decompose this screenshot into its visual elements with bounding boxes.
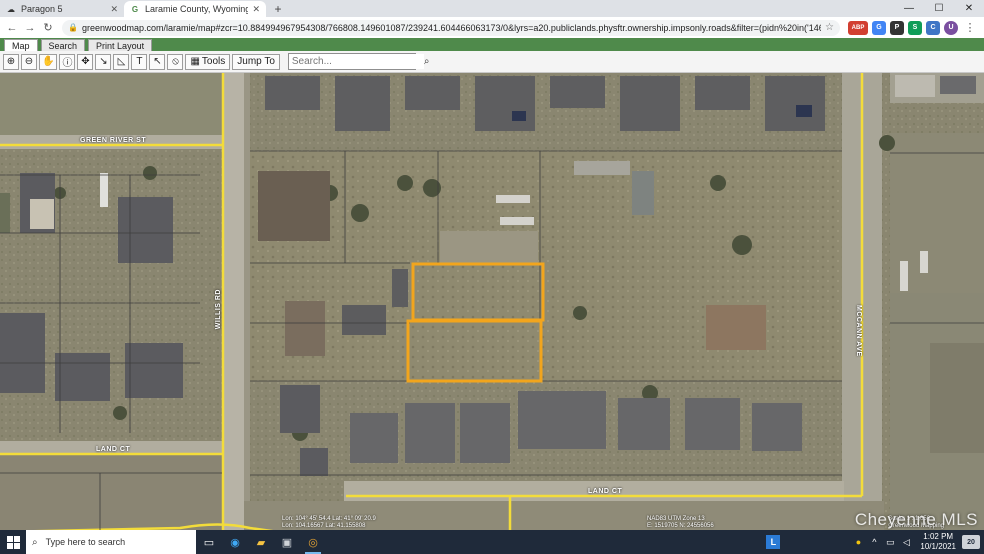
coordinate-readout: Lon: 104° 45' 54.4 Lat: 41° 09' 20.9 Lon… [282, 516, 376, 530]
url-text: greenwoodmap.com/laramie/map#zcr=10.8849… [81, 22, 821, 33]
c-extension-icon[interactable]: C [926, 20, 940, 35]
tab-search[interactable]: Search [40, 39, 86, 51]
street-label-mccann: MCCANN AVE [855, 305, 862, 357]
street-label-land-ct-east: LAND CT [588, 488, 623, 495]
weather-icon[interactable]: ● [850, 537, 866, 547]
taskbar-search-placeholder: Type here to search [45, 537, 126, 547]
window-controls: — ☐ ✕ [894, 0, 984, 17]
minimize-button[interactable]: — [894, 0, 924, 17]
area-icon: ◺ [117, 56, 126, 67]
tab-label: Paragon 5 [21, 4, 63, 14]
search-icon: ⌕ [32, 536, 38, 548]
windows-taskbar: ⌕ Type here to search ▭ ◉ ▰ ▣ ◎ L ● ^ ▭ … [0, 530, 984, 554]
notification-center-icon[interactable]: 20 [962, 535, 980, 549]
windows-logo-icon [6, 535, 20, 549]
store-icon[interactable]: ▣ [274, 530, 300, 554]
system-tray: L ● ^ ▭ ◁ 1:02 PM 10/1/2021 20 [766, 530, 984, 554]
l-app-icon[interactable]: L [766, 535, 781, 549]
zoom-in-icon: ⊕ [6, 56, 16, 67]
p-extension-icon[interactable]: P [890, 20, 904, 35]
s-extension-icon[interactable]: S [908, 20, 922, 35]
lock-icon[interactable]: 🔒 [68, 23, 78, 32]
extent-icon: ✥ [81, 56, 90, 67]
aerial-imagery [0, 73, 984, 530]
close-tab-icon[interactable]: ✕ [110, 4, 118, 15]
map-search-input[interactable] [288, 54, 424, 69]
tools-label: Tools [201, 56, 226, 67]
url-bar[interactable]: 🔒 greenwoodmap.com/laramie/map#zcr=10.88… [62, 19, 840, 36]
menu-kebab-icon[interactable]: ⋮ [962, 20, 978, 36]
pan-tool-button[interactable]: ✋ [39, 53, 58, 70]
clear-icon: ⦸ [172, 56, 179, 67]
chrome-icon[interactable]: ◎ [300, 530, 326, 554]
text-tool-button[interactable]: T [131, 53, 148, 70]
zoom-in-tool-button[interactable]: ⊕ [3, 53, 19, 70]
bookmark-star-icon[interactable]: ☆ [825, 22, 834, 33]
zoom-out-icon: ⊖ [24, 56, 34, 67]
street-label-willis: WILLIS RD [215, 289, 222, 330]
google-extension-icon[interactable]: G [872, 20, 886, 35]
file-explorer-icon[interactable]: ▰ [248, 530, 274, 554]
close-tab-icon[interactable]: ✕ [252, 4, 260, 15]
profile-avatar-icon[interactable]: U [944, 20, 958, 35]
tools-grid-icon: ▦ [190, 56, 200, 67]
cloud-icon: ☁ [7, 4, 15, 14]
map-search-box: ⌕ [287, 53, 430, 70]
clock-date: 10/1/2021 [920, 542, 956, 551]
taskbar-search-box[interactable]: ⌕ Type here to search [26, 530, 196, 554]
chevron-up-icon[interactable]: ^ [866, 537, 882, 547]
browser-tab-paragon[interactable]: ☁ Paragon 5 ✕ [0, 1, 124, 17]
clear-tool-button[interactable]: ⦸ [167, 53, 184, 70]
utm-readout: NAD83 UTM Zone 13 E: 1519705 N: 24556056 [647, 516, 714, 530]
readout-line-2: Lon: 104.16567 Lat: 41.155808 [282, 523, 366, 529]
network-icon[interactable]: ▭ [882, 537, 898, 548]
tools-menu-button[interactable]: ▦ Tools [185, 53, 231, 70]
start-button[interactable] [0, 530, 26, 554]
close-window-button[interactable]: ✕ [954, 0, 984, 17]
map-toolbar: ⊕ ⊖ ✋ ⓘ ✥ ↘ ◺ T ↖ ⦸ ▦ Tools Jump To ⌕ [0, 51, 984, 73]
forward-icon[interactable]: → [22, 20, 38, 36]
task-view-icon[interactable]: ▭ [196, 530, 222, 554]
select-tool-button[interactable]: ↖ [149, 53, 166, 70]
tab-map[interactable]: Map [4, 39, 38, 51]
app-tab-bar: Map Search Print Layout [0, 38, 984, 51]
street-label-green-river: GREEN RIVER ST [80, 137, 147, 144]
measure-tool-button[interactable]: ↘ [95, 53, 112, 70]
maximize-button[interactable]: ☐ [924, 0, 954, 17]
aerial-map[interactable]: GREEN RIVER ST WILLIS RD LAND CT LAND CT… [0, 73, 984, 530]
back-icon[interactable]: ← [4, 20, 20, 36]
clock-time: 1:02 PM [923, 532, 954, 541]
jump-to-button[interactable]: Jump To [232, 53, 280, 70]
tab-label: Laramie County, Wyoming, Map [145, 4, 249, 14]
utm-line-1: NAD83 UTM Zone 13 [647, 516, 705, 522]
browser-tab-strip: ☁ Paragon 5 ✕ G Laramie County, Wyoming,… [0, 0, 984, 17]
ruler-icon: ↘ [99, 56, 108, 67]
adblock-extension-icon[interactable]: ABP [848, 20, 868, 35]
info-icon: ⓘ [62, 58, 73, 69]
area-tool-button[interactable]: ◺ [113, 53, 130, 70]
reload-icon[interactable]: ↻ [40, 20, 56, 36]
street-label-land-ct-west: LAND CT [96, 446, 131, 453]
pointer-icon: ↖ [153, 56, 162, 67]
browser-tab-laramie-map[interactable]: G Laramie County, Wyoming, Map ✕ [124, 1, 266, 17]
zoom-out-tool-button[interactable]: ⊖ [21, 53, 37, 70]
mls-watermark: Cheyenne MLS [854, 510, 978, 529]
utm-line-2: E: 1519705 N: 24556056 [647, 523, 714, 529]
tab-print-layout[interactable]: Print Layout [88, 39, 153, 51]
identify-tool-button[interactable]: ⓘ [59, 53, 76, 70]
taskbar-clock[interactable]: 1:02 PM 10/1/2021 [914, 532, 962, 552]
volume-icon[interactable]: ◁ [898, 537, 914, 548]
greenwood-g-icon: G [131, 4, 139, 14]
address-bar-row: ← → ↻ 🔒 greenwoodmap.com/laramie/map#zcr… [0, 17, 984, 38]
full-extent-tool-button[interactable]: ✥ [77, 53, 94, 70]
hand-icon: ✋ [42, 56, 55, 67]
readout-line-1: Lon: 104° 45' 54.4 Lat: 41° 09' 20.9 [282, 516, 376, 522]
new-tab-button[interactable]: + [270, 1, 286, 17]
edge-browser-icon[interactable]: ◉ [222, 530, 248, 554]
text-icon: T [136, 56, 143, 67]
search-icon[interactable]: ⌕ [424, 56, 430, 67]
